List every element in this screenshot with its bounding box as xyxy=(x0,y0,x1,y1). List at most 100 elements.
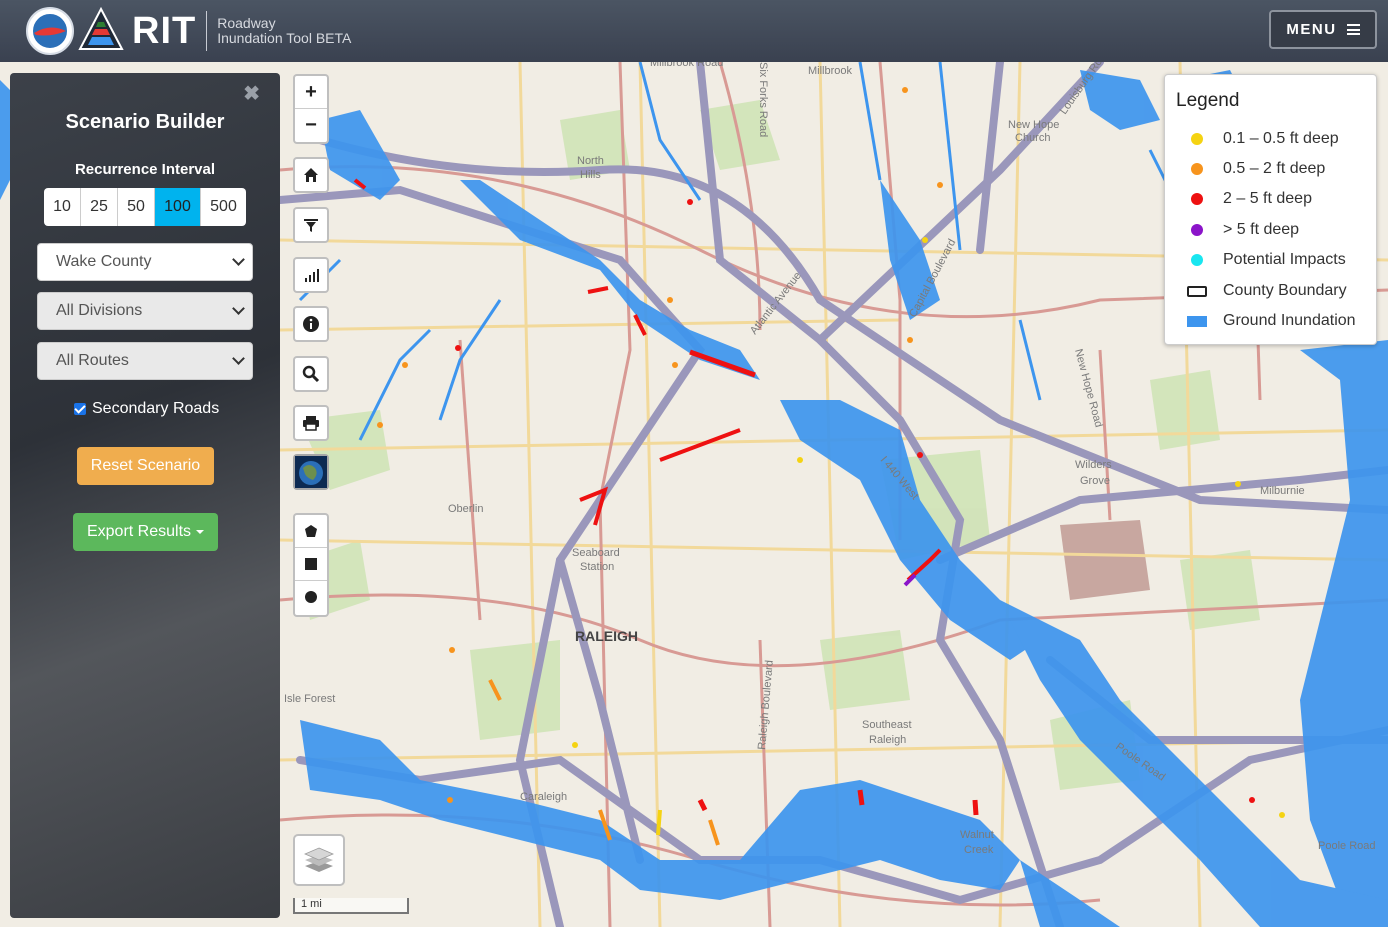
svg-text:Church: Church xyxy=(1015,132,1050,144)
recurrence-option-10[interactable]: 10 xyxy=(44,188,81,226)
menu-button[interactable]: MENU xyxy=(1269,10,1377,49)
legend-item: Ground Inundation xyxy=(1187,312,1356,330)
panel-title: Scenario Builder xyxy=(65,111,225,133)
subtitle-line1: Roadway xyxy=(217,15,276,31)
svg-text:Southeast: Southeast xyxy=(862,719,912,731)
export-results-label: Export Results xyxy=(86,523,192,540)
svg-text:Creek: Creek xyxy=(964,844,994,856)
print-button[interactable] xyxy=(293,405,329,441)
app-root: North Hills New Hope Church Oberlin Seab… xyxy=(0,0,1388,927)
svg-text:Grove: Grove xyxy=(1080,475,1110,487)
svg-text:Oberlin: Oberlin xyxy=(448,503,483,515)
legend-label: Potential Impacts xyxy=(1223,251,1346,268)
route-select[interactable]: All Routes xyxy=(37,342,253,380)
brand[interactable]: RIT Roadway Inundation Tool BETA xyxy=(26,6,351,55)
secondary-roads-label: Secondary Roads xyxy=(92,400,220,417)
search-icon xyxy=(295,358,327,390)
hamburger-icon xyxy=(1346,24,1360,35)
home-button[interactable] xyxy=(293,157,329,193)
search-button[interactable] xyxy=(293,356,329,392)
route-select-value: All Routes xyxy=(56,352,129,369)
export-results-button[interactable]: Export Results xyxy=(73,513,218,551)
close-icon[interactable]: ✖ xyxy=(243,81,260,106)
rectangle-draw-button[interactable] xyxy=(295,547,327,580)
top-navbar: RIT Roadway Inundation Tool BETA MENU xyxy=(0,0,1388,62)
scenario-builder-panel: ✖ Scenario Builder Recurrence Interval 1… xyxy=(10,73,280,918)
app-abbrev: RIT xyxy=(132,9,197,52)
recurrence-option-500[interactable]: 500 xyxy=(201,188,246,226)
svg-text:Station: Station xyxy=(580,561,614,573)
legend-item: 0.1 – 0.5 ft deep xyxy=(1187,130,1339,148)
division-select[interactable]: All Divisions xyxy=(37,292,253,330)
zoom-control: + − xyxy=(293,74,329,144)
legend-label: 2 – 5 ft deep xyxy=(1223,190,1312,207)
svg-text:New Hope: New Hope xyxy=(1008,119,1059,131)
legend-label: County Boundary xyxy=(1223,282,1347,299)
app-subtitle: Roadway Inundation Tool BETA xyxy=(217,16,351,46)
svg-text:Milburnie: Milburnie xyxy=(1260,485,1305,497)
svg-text:Caraleigh: Caraleigh xyxy=(520,791,567,803)
filter-button[interactable] xyxy=(293,207,329,243)
legend-title: Legend xyxy=(1176,90,1240,111)
recurrence-option-25[interactable]: 25 xyxy=(81,188,118,226)
county-select-value: Wake County xyxy=(56,253,152,270)
svg-text:Millbrook Road: Millbrook Road xyxy=(650,62,723,69)
svg-text:Hills: Hills xyxy=(580,169,601,181)
legend-label: 0.1 – 0.5 ft deep xyxy=(1223,130,1339,147)
zoom-in-button[interactable]: + xyxy=(295,76,327,108)
basemap-toggle-button[interactable] xyxy=(293,454,329,490)
basemap-thumbnail xyxy=(295,456,327,488)
caret-down-icon xyxy=(196,529,205,534)
svg-text:Isle Forest: Isle Forest xyxy=(284,693,335,705)
legend-item: 0.5 – 2 ft deep xyxy=(1187,160,1325,178)
recurrence-interval-selector: 10 25 50 100 500 xyxy=(44,188,246,226)
home-icon xyxy=(295,159,327,191)
rectangle-draw-icon xyxy=(305,558,317,570)
city-label: RALEIGH xyxy=(575,628,638,644)
zoom-out-button[interactable]: − xyxy=(295,108,327,141)
info-icon xyxy=(295,308,327,340)
legend-label: 0.5 – 2 ft deep xyxy=(1223,160,1326,177)
yellow-dot-icon xyxy=(1191,133,1203,145)
secondary-roads-toggle[interactable]: Secondary Roads xyxy=(74,400,219,418)
layers-button[interactable] xyxy=(293,834,345,886)
recurrence-interval-label: Recurrence Interval xyxy=(74,161,216,178)
circle-draw-button[interactable] xyxy=(295,580,327,613)
recurrence-option-100[interactable]: 100 xyxy=(155,188,201,226)
filter-icon xyxy=(295,209,327,241)
reset-scenario-button[interactable]: Reset Scenario xyxy=(77,447,214,485)
legend-item: > 5 ft deep xyxy=(1187,221,1299,239)
layers-icon xyxy=(304,847,334,872)
legend: Legend 0.1 – 0.5 ft deep 0.5 – 2 ft deep… xyxy=(1164,74,1377,345)
menu-label: MENU xyxy=(1286,21,1337,38)
brand-divider xyxy=(206,11,208,51)
polygon-draw-button[interactable] xyxy=(295,515,327,547)
svg-text:Six Forks Road: Six Forks Road xyxy=(757,62,769,137)
secondary-roads-checkbox[interactable] xyxy=(74,403,86,415)
svg-text:North: North xyxy=(577,155,604,167)
svg-text:Walnut: Walnut xyxy=(960,829,994,841)
chevron-down-icon xyxy=(232,253,245,266)
svg-text:Wilders: Wilders xyxy=(1075,459,1112,471)
ncdot-logo-icon xyxy=(26,7,74,55)
orange-dot-icon xyxy=(1191,163,1203,175)
draw-tools xyxy=(293,513,329,617)
county-select[interactable]: Wake County xyxy=(37,243,253,281)
svg-text:Millbrook: Millbrook xyxy=(808,65,853,77)
info-button[interactable] xyxy=(293,306,329,342)
recurrence-option-50[interactable]: 50 xyxy=(118,188,155,226)
cyan-dot-icon xyxy=(1191,254,1203,266)
svg-text:Seaboard: Seaboard xyxy=(572,547,620,559)
svg-text:Poole Road: Poole Road xyxy=(1318,840,1376,852)
chevron-down-icon xyxy=(232,352,245,365)
purple-dot-icon xyxy=(1191,224,1203,236)
print-icon xyxy=(295,407,327,439)
chart-icon xyxy=(295,259,327,291)
legend-item: County Boundary xyxy=(1187,282,1347,300)
red-dot-icon xyxy=(1191,193,1203,205)
inundation-swatch-icon xyxy=(1187,315,1207,327)
polygon-draw-icon xyxy=(305,525,317,537)
chart-button[interactable] xyxy=(293,257,329,293)
legend-label: Ground Inundation xyxy=(1223,312,1356,329)
scale-bar: 1 mi xyxy=(293,898,409,914)
